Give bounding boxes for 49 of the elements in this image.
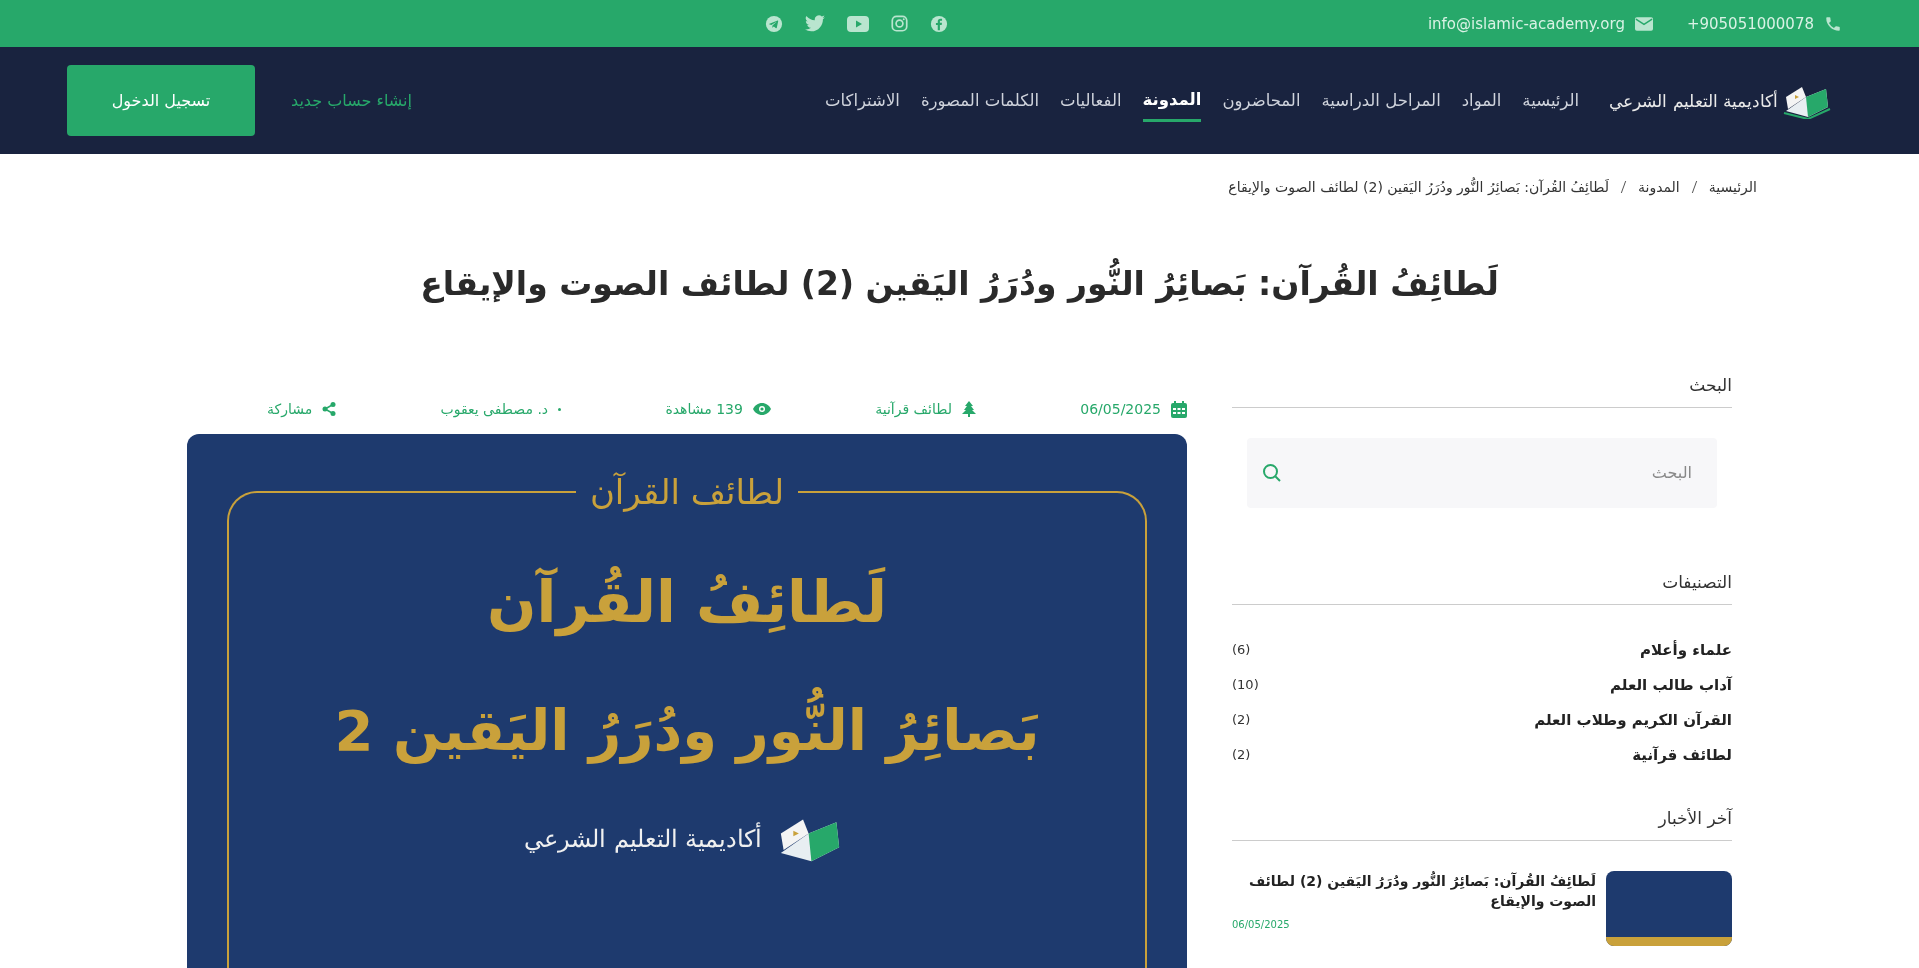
- logo-text[interactable]: أكاديمية التعليم الشرعي: [1609, 90, 1778, 111]
- calendar-icon: [1171, 400, 1187, 418]
- nav-link[interactable]: المدونة: [1142, 79, 1202, 122]
- news-title-link[interactable]: لَطائِفُ القُرآن: بَصائِرُ النُّور ودُرَرُ اليَقين (2) لطائف الصوت والإيقاع: [1232, 870, 1596, 912]
- category-link[interactable]: لطائف قرآنية: [1632, 745, 1732, 764]
- sidebar-heading: البحث: [1232, 370, 1732, 408]
- instagram-icon[interactable]: [890, 15, 908, 32]
- banner-subtitle: بَصائِرُ النُّور ودُرَرُ اليَقين 2: [334, 682, 1040, 778]
- eye-icon: [752, 403, 771, 416]
- nav-link[interactable]: المراحل الدراسية: [1321, 81, 1441, 120]
- search-field[interactable]: البحث: [1247, 437, 1717, 508]
- post-thumbnail[interactable]: [1606, 870, 1732, 946]
- nav-link[interactable]: الفعاليات: [1060, 81, 1122, 120]
- sidebar-heading: آخر الأخبار: [1232, 803, 1732, 841]
- category-link[interactable]: آداب طالب العلم: [1610, 675, 1732, 694]
- author-name: د. مصطفى يعقوب: [440, 401, 549, 418]
- nav-link[interactable]: الرئيسية: [1522, 81, 1580, 120]
- post-title: لَطائِفُ القُرآن: بَصائِرُ النُّور ودُرَرُ اليَقين (2) لطائف الصوت والإيقاع: [187, 258, 1732, 311]
- nav-link[interactable]: الاشتراكات: [824, 81, 900, 120]
- breadcrumb-link[interactable]: المدونة: [1638, 179, 1680, 195]
- banner-overline: لطائف القرآن: [575, 471, 799, 512]
- nav-link[interactable]: المواد: [1461, 81, 1502, 120]
- banner-title: لَطائِفُ القُرآن: [487, 565, 887, 639]
- twitter-icon[interactable]: [804, 15, 825, 32]
- nav-link[interactable]: الكلمات المصورة: [920, 81, 1039, 120]
- breadcrumb-link[interactable]: الرئيسية: [1708, 179, 1757, 195]
- category-count: (2): [1232, 747, 1251, 763]
- category-count: (2): [1232, 712, 1251, 728]
- dot-icon: [558, 407, 562, 411]
- phone-icon: [1824, 14, 1842, 33]
- youtube-icon[interactable]: [846, 15, 869, 32]
- breadcrumb-link[interactable]: لَطائِفُ القُرآن: بَصائِرُ النُّور ودُرَرُ اليَقين (2) لطائف الصوت والإيقاع: [1228, 179, 1609, 195]
- telegram-icon[interactable]: [764, 14, 783, 33]
- sidebar-heading: التصنيفات: [1232, 567, 1732, 605]
- category-count: (6): [1232, 642, 1251, 658]
- tree-icon: [962, 401, 976, 418]
- category-link[interactable]: القرآن الكريم وطلاب العلم: [1534, 710, 1732, 729]
- post-date: 06/05/2025: [1080, 401, 1161, 418]
- news-date: 06/05/2025: [1232, 919, 1290, 931]
- search-icon[interactable]: [1262, 462, 1282, 483]
- envelope-icon: [1634, 16, 1653, 31]
- banner-logo-text: أكاديمية التعليم الشرعي: [523, 824, 763, 853]
- view-count: 139 مشاهدة: [665, 401, 743, 418]
- nav-link[interactable]: المحاضرون: [1222, 81, 1301, 120]
- facebook-icon[interactable]: [929, 14, 948, 33]
- category-count: (10): [1232, 677, 1259, 693]
- register-link[interactable]: إنشاء حساب جديد: [291, 91, 412, 110]
- share-icon: [322, 402, 337, 417]
- category-link[interactable]: علماء وأعلام: [1639, 640, 1732, 659]
